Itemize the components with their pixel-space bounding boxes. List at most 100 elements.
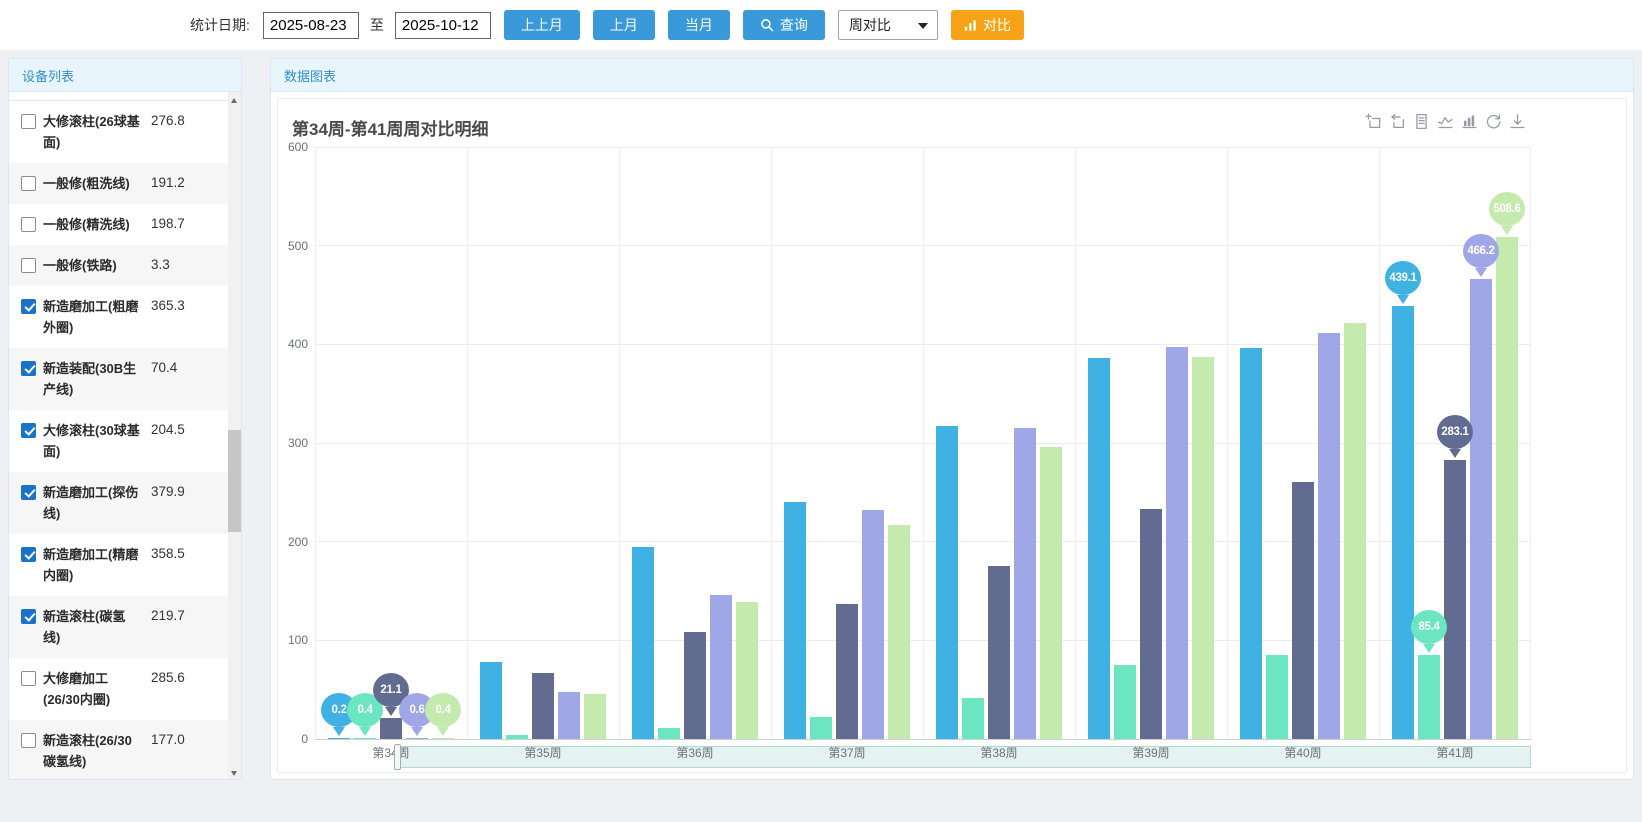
device-label: 大修滚柱(30球基面)	[43, 420, 140, 462]
bar[interactable]	[784, 502, 806, 739]
bar[interactable]	[836, 604, 858, 739]
data-zoom-icon[interactable]	[1365, 113, 1382, 130]
bar[interactable]	[432, 738, 454, 739]
device-value: 204.5	[151, 419, 185, 440]
bar[interactable]	[862, 510, 884, 739]
device-row[interactable]: 新造滚柱(碳氢线) 219.7	[9, 596, 228, 658]
device-checkbox[interactable]	[21, 547, 36, 562]
device-row[interactable]: 一般修(铁路) 3.3	[9, 245, 228, 286]
date-from-input[interactable]	[263, 12, 359, 39]
device-checkbox[interactable]	[21, 733, 36, 748]
x-axis-label: 第38周	[923, 744, 1075, 761]
scrollbar-thumb[interactable]	[228, 430, 241, 532]
bar[interactable]	[684, 632, 706, 739]
device-checkbox[interactable]	[21, 361, 36, 376]
bar[interactable]	[1088, 358, 1110, 739]
device-label: 新造磨加工(精磨内圈)	[43, 544, 140, 586]
prev-prev-month-button[interactable]: 上上月	[504, 10, 580, 40]
device-checkbox[interactable]	[21, 299, 36, 314]
bar[interactable]	[1114, 665, 1136, 739]
device-row[interactable]: 大修磨加工(26/30内圈) 285.6	[9, 658, 228, 720]
device-row[interactable]: 新造装配(30B生产线) 70.4	[9, 348, 228, 410]
bar[interactable]	[1140, 509, 1162, 739]
bar[interactable]	[406, 738, 428, 739]
bar[interactable]	[1344, 323, 1366, 739]
bar[interactable]	[584, 694, 606, 739]
bar[interactable]	[888, 525, 910, 739]
bar[interactable]	[1392, 306, 1414, 739]
prev-month-button[interactable]: 上月	[593, 10, 655, 40]
device-row[interactable]: 大修滚柱(26球基面) 276.8	[9, 101, 228, 163]
date-to-input[interactable]	[395, 12, 491, 39]
device-checkbox[interactable]	[21, 671, 36, 686]
device-checkbox[interactable]	[21, 176, 36, 191]
device-checkbox[interactable]	[21, 114, 36, 129]
bar[interactable]	[1444, 460, 1466, 739]
axis-split-line	[1227, 147, 1228, 739]
x-axis-label: 第40周	[1227, 744, 1379, 761]
bar[interactable]	[1192, 357, 1214, 739]
bar[interactable]	[380, 718, 402, 739]
value-pin: 466.2	[1463, 234, 1499, 268]
device-value: 198.7	[151, 213, 185, 234]
bar[interactable]	[506, 735, 528, 739]
bar[interactable]	[936, 426, 958, 739]
zoom-reset-icon[interactable]	[1389, 113, 1406, 130]
scroll-down-button[interactable]	[228, 765, 241, 779]
bar[interactable]	[1014, 428, 1036, 739]
device-label: 新造磨加工(粗磨外圈)	[43, 296, 140, 338]
bar[interactable]	[736, 602, 758, 739]
bar[interactable]	[1240, 348, 1262, 739]
bar[interactable]	[710, 595, 732, 739]
bar[interactable]	[632, 547, 654, 739]
device-row[interactable]: 新造磨加工(粗磨外圈) 365.3	[9, 286, 228, 348]
data-view-icon[interactable]	[1413, 113, 1430, 130]
device-value: 285.6	[151, 667, 185, 688]
compare-button[interactable]: 对比	[951, 10, 1024, 40]
device-row[interactable]: 新造磨加工(探伤线) 379.9	[9, 472, 228, 534]
bar[interactable]	[1040, 447, 1062, 739]
device-list-title: 设备列表	[22, 66, 74, 85]
bar[interactable]	[962, 698, 984, 739]
bar[interactable]	[658, 728, 680, 739]
device-list-header: 设备列表	[9, 59, 241, 92]
line-chart-icon[interactable]	[1437, 113, 1454, 130]
x-axis-label: 第41周	[1379, 744, 1531, 761]
search-icon	[760, 18, 774, 32]
bar[interactable]	[810, 717, 832, 739]
device-row[interactable]: 新造滚柱(26/30碳氢线) 177.0	[9, 720, 228, 779]
sidebar-scrollbar[interactable]	[228, 92, 241, 779]
bar[interactable]	[1266, 655, 1288, 739]
bar[interactable]	[1318, 333, 1340, 739]
bar[interactable]	[1166, 347, 1188, 739]
bar[interactable]	[988, 566, 1010, 739]
bar[interactable]	[480, 662, 502, 739]
bar[interactable]	[558, 692, 580, 739]
compare-mode-select[interactable]: 周对比	[838, 10, 938, 40]
device-label: 新造滚柱(26/30碳氢线)	[43, 730, 140, 772]
bar[interactable]	[328, 738, 350, 739]
download-icon[interactable]	[1509, 113, 1526, 130]
scroll-up-button[interactable]	[228, 92, 241, 106]
bar-chart-icon[interactable]	[1461, 113, 1478, 130]
bar[interactable]	[1418, 655, 1440, 739]
bar[interactable]	[1292, 482, 1314, 739]
query-button[interactable]: 查询	[743, 10, 825, 40]
bar[interactable]	[1470, 279, 1492, 739]
current-month-button[interactable]: 当月	[668, 10, 730, 40]
device-row[interactable]: 新造磨加工(精磨内圈) 358.5	[9, 534, 228, 596]
device-checkbox[interactable]	[21, 609, 36, 624]
device-checkbox[interactable]	[21, 485, 36, 500]
axis-split-line	[1530, 147, 1531, 739]
device-checkbox[interactable]	[21, 423, 36, 438]
refresh-icon[interactable]	[1485, 113, 1502, 130]
bar[interactable]	[1496, 237, 1518, 739]
bar[interactable]	[354, 738, 376, 739]
device-checkbox[interactable]	[21, 217, 36, 232]
datazoom-handle[interactable]	[394, 744, 401, 770]
device-row[interactable]: 一般修(精洗线) 198.7	[9, 204, 228, 245]
device-checkbox[interactable]	[21, 258, 36, 273]
device-row[interactable]: 一般修(粗洗线) 191.2	[9, 163, 228, 204]
bar[interactable]	[532, 673, 554, 739]
device-row[interactable]: 大修滚柱(30球基面) 204.5	[9, 410, 228, 472]
